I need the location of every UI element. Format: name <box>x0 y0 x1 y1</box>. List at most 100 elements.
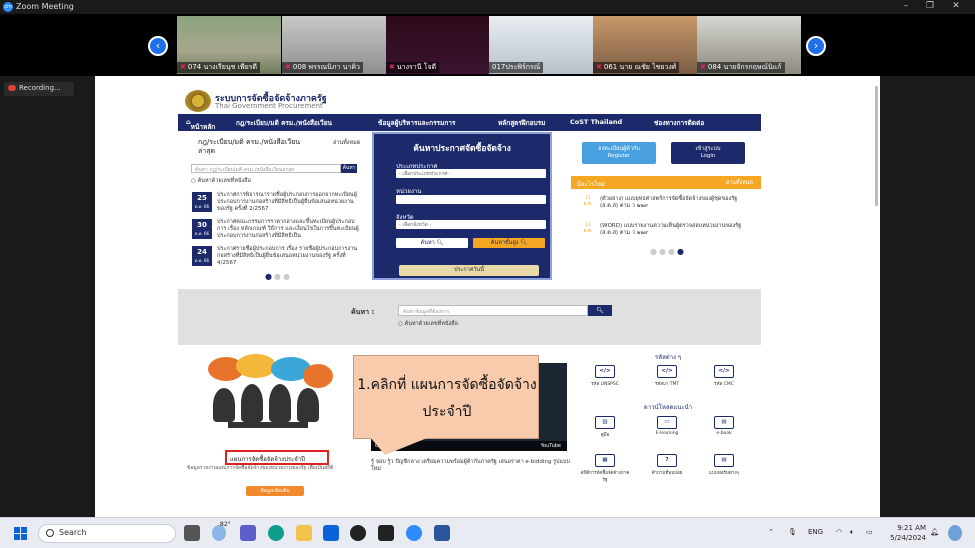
teams-icon[interactable] <box>240 525 256 541</box>
elearning-link[interactable]: ▭ E-learning <box>642 416 692 436</box>
participant-tile[interactable]: ✖ 008 พรรณนิภา นาคิว <box>282 16 386 74</box>
search-panel-heading: ค้นหาประกาศจัดซื้อจัดจ้าง <box>413 144 511 154</box>
today-announcements-button[interactable]: ประกาศวันนี้ <box>399 265 539 276</box>
site-subtitle: Thai Government Procurement <box>215 102 323 110</box>
zoom-titlebar: zm Zoom Meeting – ❐ ✕ <box>0 0 975 14</box>
chart-icon: ▦ <box>595 454 615 467</box>
gallery-next-button[interactable]: › <box>806 36 826 56</box>
agency-input[interactable] <box>396 195 546 204</box>
ebook-link[interactable]: ▤ e-book <box>699 416 749 436</box>
callout-pointer <box>371 438 427 455</box>
faq-link[interactable]: ? คำถามที่พบบ่อย <box>642 454 692 476</box>
province-select[interactable]: - เลือกจังหวัด - <box>396 220 546 229</box>
news-pager[interactable]: ●●●● <box>650 247 686 256</box>
shared-screen: ระบบการจัดซื้อจัดจ้างภาครัฐ Thai Governm… <box>95 76 880 517</box>
global-search-input[interactable]: ค้นหาข้อมูลที่ต้องการ <box>398 305 588 316</box>
participant-tile[interactable]: ✖ 061 นาย ณชัย ไชยวงศ์ <box>593 16 697 74</box>
volume-icon[interactable]: 🔈︎ <box>850 528 854 537</box>
edge-icon[interactable] <box>268 525 284 541</box>
forms-link[interactable]: ▤ แบบฟอร์มต่างๆ <box>699 454 749 476</box>
news-item[interactable]: 11 ต.ค. (ตัวอย่าง) แบบยุทธศาสตร์การจัดซื้… <box>583 196 753 216</box>
dell-icon[interactable] <box>350 525 366 541</box>
zoom-logo-icon: zm <box>3 2 13 12</box>
type-select[interactable]: - เลือกประเภทประกาศ - <box>396 169 546 178</box>
minimize-icon[interactable]: – <box>896 1 916 11</box>
downloads-heading: ดาวน์โหลดแนะนำ <box>643 404 693 411</box>
close-icon[interactable]: ✕ <box>946 1 966 11</box>
mail-icon[interactable] <box>323 525 339 541</box>
windows-taskbar: Search 82° ⌃ 🎙︎ ENG ◠ 🔈︎ ▭ 9:21 AM 5/24/2… <box>0 517 975 548</box>
scrollbar[interactable] <box>875 86 878 206</box>
login-button[interactable]: เข้าสู่ระบบ Login <box>671 142 745 164</box>
codes-heading: รหัสต่าง ๆ <box>654 354 682 361</box>
statistics-link[interactable]: ▦ สถิติการจัดซื้อจัดจ้างภาครัฐ <box>580 454 630 483</box>
whats-new-more-link[interactable]: อ่านทั้งหมด <box>726 179 753 187</box>
code-icon: </> <box>714 365 734 378</box>
regulations-number-checkbox[interactable]: ○ ค้นหาด้วยเลขที่หนังสือ <box>191 177 251 185</box>
manual-link[interactable]: ▥ คู่มือ <box>580 416 630 438</box>
regulations-search-button[interactable]: ค้นหา <box>341 164 357 173</box>
news-item[interactable]: 11 ต.ค. (WORD) แบบรายงานความเห็นผู้ตรวจสอ… <box>583 223 753 243</box>
plan-more-button[interactable]: ข้อมูลเพิ่มเติม <box>246 486 304 496</box>
unspsc-code-link[interactable]: </> รหัส UNSPSC <box>580 365 630 387</box>
global-search-label: ค้นหา : <box>351 308 375 316</box>
gallery-prev-button[interactable]: ‹ <box>148 36 168 56</box>
sticky-notes-icon[interactable] <box>378 525 394 541</box>
form-icon: ▤ <box>714 454 734 467</box>
task-view-icon[interactable] <box>184 525 200 541</box>
input-language[interactable]: ENG <box>808 528 823 536</box>
nav-home[interactable]: ⌂ หน้าหลัก <box>186 118 215 131</box>
copilot-icon[interactable] <box>948 525 962 541</box>
advanced-search-button[interactable]: ค้นหาขั้นสูง 🔍︎ <box>473 238 545 248</box>
participant-tile[interactable]: ✖ 074 นางเรียนุช เพียรดี <box>177 16 281 74</box>
nav-training[interactable]: หลักสูตรฝึกอบรม <box>498 118 545 128</box>
regulation-item[interactable]: 25 ต.ค. 66 ประกาศการพิจารณารายชื่อผู้ประกอ… <box>192 192 362 214</box>
participant-tile[interactable]: 017ประพิร์กรณ์ <box>489 16 593 74</box>
taskbar-search[interactable]: Search <box>38 524 176 543</box>
regulation-item[interactable]: 24 ต.ค. 66 ประกาศรายชื่อผู้ประกอบการ เรื่อ… <box>192 246 362 268</box>
procurement-search-panel: ค้นหาประกาศจัดซื้อจัดจ้าง ประเภทประกาศ -… <box>372 132 552 280</box>
zoom-taskbar-icon[interactable] <box>406 525 422 541</box>
weather-temp: 82° <box>220 521 231 528</box>
clock[interactable]: 9:21 AM 5/24/2024 <box>884 523 926 543</box>
question-icon: ? <box>657 454 677 467</box>
microphone-icon[interactable]: 🎙︎ <box>788 528 797 536</box>
nav-contact[interactable]: ช่องทางการติดต่อ <box>654 118 704 128</box>
nav-executives[interactable]: ข้อมูลผู้บริหารและกรรมการ <box>378 118 455 128</box>
register-button[interactable]: ลงทะเบียนผู้ค้ากับ Register <box>582 142 656 164</box>
tmt-code-link[interactable]: </> รหัสบา TMT <box>642 365 692 387</box>
participant-tile[interactable]: ✖ นางรานี โจดี <box>386 16 490 74</box>
restore-icon[interactable]: ❐ <box>920 1 940 11</box>
recording-indicator[interactable]: Recording... <box>4 82 74 96</box>
global-search-checkbox[interactable]: ○ ค้นหาด้วยเลขที่หนังสือ <box>398 320 458 328</box>
participant-tile[interactable]: ✖ 084 นายจักรกฤษณ์นิแก้ <box>697 16 801 74</box>
mic-muted-icon: ✖ <box>700 63 706 71</box>
manual-icon: ▥ <box>595 416 615 429</box>
monitor-icon: ▭ <box>657 416 677 429</box>
whats-new-header: มีอะไรใหม่ อ่านทั้งหมด <box>571 176 761 189</box>
word-icon[interactable] <box>434 525 450 541</box>
search-button[interactable]: ค้นหา 🔍︎ <box>396 238 468 248</box>
nav-cost-thailand[interactable]: CoST Thailand <box>570 118 622 126</box>
global-search-button[interactable]: 🔍︎ <box>588 305 612 316</box>
window-title: Zoom Meeting <box>16 2 74 11</box>
battery-icon[interactable]: ▭ <box>866 528 873 536</box>
regulation-item[interactable]: 30 ต.ค. 66 ประกาศคณะกรรมการราคากลางและขึ้น… <box>192 219 362 241</box>
wifi-icon[interactable]: ◠ <box>836 528 842 536</box>
start-button[interactable] <box>14 527 27 540</box>
instruction-callout: 1.คลิกที่ แผนการจัดซื้อจัดจ้าง ประจำปี <box>353 355 539 439</box>
gp-seal-logo <box>185 90 211 112</box>
global-search-band: ค้นหา : ค้นหาข้อมูลที่ต้องการ 🔍︎ ○ ค้นหา… <box>178 289 761 345</box>
main-nav: ⌂ หน้าหลัก กฎ/ระเบียบ/มติ ครม./หนังสือเว… <box>178 114 761 131</box>
regulations-pager[interactable]: ●●● <box>265 272 292 281</box>
annual-plan-description: ข้อมูลรายงานแผนการจัดซื้อจัดจ้างของหน่วย… <box>187 465 334 471</box>
annual-plan-link[interactable]: แผนการจัดซื้อจัดจ้างประจำปี <box>225 450 329 465</box>
regulations-search-input[interactable]: ค้นหา กฎ/ระเบียบ/มติ ครม./หนังสือเวียนล่… <box>191 164 341 173</box>
cloud-record-icon <box>8 85 16 91</box>
notifications-icon[interactable]: 🔔︎ <box>930 528 939 536</box>
file-explorer-icon[interactable] <box>296 525 312 541</box>
regulations-more-link[interactable]: อ่านทั้งหมด <box>333 139 360 147</box>
show-hidden-icons[interactable]: ⌃ <box>768 528 774 536</box>
nav-regulations[interactable]: กฎ/ระเบียบ/มติ ครม./หนังสือเวียน <box>236 118 332 128</box>
cmc-code-link[interactable]: </> รหัส CMC <box>699 365 749 387</box>
